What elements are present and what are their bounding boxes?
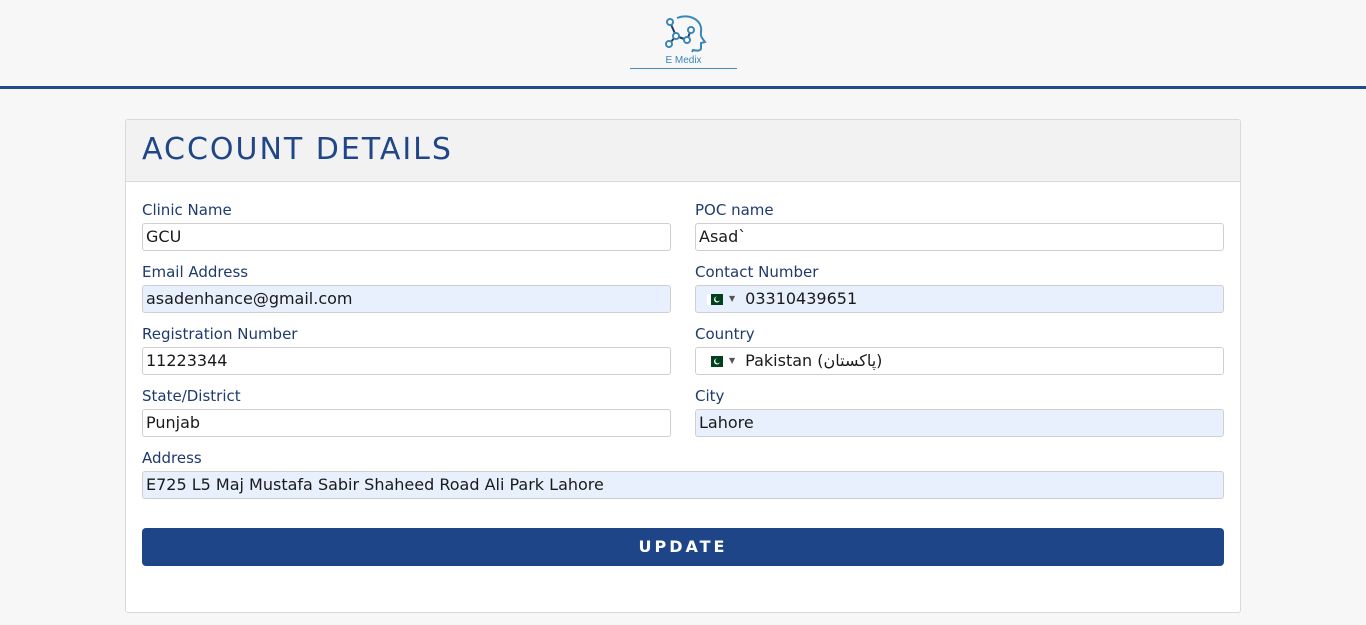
- country-label: Country: [695, 325, 755, 343]
- contact-number-field: Contact Number ▼ 03310439651: [695, 263, 1224, 313]
- logo-underline: [630, 68, 737, 69]
- country-flag-dropdown[interactable]: ▼: [707, 348, 735, 374]
- state-district-value: Punjab: [146, 413, 201, 432]
- registration-number-input[interactable]: 11223344: [142, 347, 671, 375]
- address-label: Address: [142, 449, 202, 467]
- clinic-name-field: Clinic Name GCU: [142, 201, 671, 251]
- city-label: City: [695, 387, 725, 405]
- poc-name-input[interactable]: Asad`: [695, 223, 1224, 251]
- state-district-input[interactable]: Punjab: [142, 409, 671, 437]
- email-input[interactable]: asadenhance@gmail.com: [142, 285, 671, 313]
- pakistan-flag-icon: [707, 355, 723, 367]
- poc-name-value: Asad`: [699, 227, 747, 246]
- city-input[interactable]: Lahore: [695, 409, 1224, 437]
- address-value: E725 L5 Maj Mustafa Sabir Shaheed Road A…: [146, 475, 604, 494]
- state-district-field: State/District Punjab: [142, 387, 671, 437]
- poc-name-label: POC name: [695, 201, 774, 219]
- state-district-label: State/District: [142, 387, 241, 405]
- card-header: ACCOUNT DETAILS: [126, 120, 1240, 182]
- chevron-down-icon: ▼: [729, 294, 736, 303]
- country-code-dropdown[interactable]: ▼: [707, 286, 735, 312]
- address-field: Address E725 L5 Maj Mustafa Sabir Shahee…: [142, 449, 1224, 499]
- pakistan-flag-icon: [707, 293, 723, 305]
- country-value: Pakistan (‫پاکستان‬‎): [745, 351, 883, 370]
- contact-number-input[interactable]: ▼ 03310439651: [695, 285, 1224, 313]
- contact-number-value: 03310439651: [745, 289, 858, 308]
- update-button[interactable]: UPDATE: [142, 528, 1224, 566]
- email-label: Email Address: [142, 263, 249, 281]
- clinic-name-value: GCU: [146, 227, 182, 246]
- city-field: City Lahore: [695, 387, 1224, 437]
- registration-number-label: Registration Number: [142, 325, 298, 343]
- country-select[interactable]: ▼ Pakistan (‫پاکستان‬‎): [695, 347, 1224, 375]
- clinic-name-label: Clinic Name: [142, 201, 232, 219]
- poc-name-field: POC name Asad`: [695, 201, 1224, 251]
- clinic-name-input[interactable]: GCU: [142, 223, 671, 251]
- email-field: Email Address asadenhance@gmail.com: [142, 263, 671, 313]
- city-value: Lahore: [699, 413, 754, 432]
- address-input[interactable]: E725 L5 Maj Mustafa Sabir Shaheed Road A…: [142, 471, 1224, 499]
- country-field: Country ▼ Pakistan (‫پاکستان‬‎): [695, 325, 1224, 375]
- chevron-down-icon: ▼: [729, 356, 736, 365]
- account-details-card: ACCOUNT DETAILS Clinic Name GCU POC name…: [125, 119, 1241, 613]
- registration-number-value: 11223344: [146, 351, 228, 370]
- top-header: E Medix: [0, 0, 1366, 89]
- registration-number-field: Registration Number 11223344: [142, 325, 671, 375]
- contact-number-label: Contact Number: [695, 263, 819, 281]
- email-value: asadenhance@gmail.com: [146, 289, 353, 308]
- emedix-logo[interactable]: E Medix: [630, 14, 737, 72]
- brain-network-icon: [664, 15, 707, 53]
- page-title: ACCOUNT DETAILS: [142, 132, 453, 167]
- logo-text: E Medix: [665, 55, 702, 66]
